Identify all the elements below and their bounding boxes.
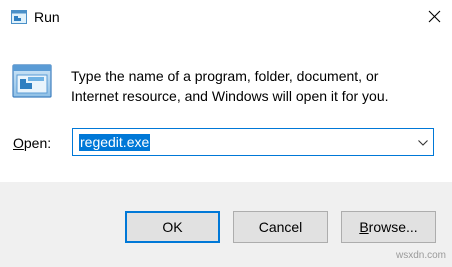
open-label-accelerator: O [13, 135, 24, 151]
ok-button[interactable]: OK [125, 211, 220, 243]
close-button[interactable] [416, 0, 452, 32]
browse-label-rest: rowse... [368, 219, 418, 235]
run-icon [12, 64, 52, 98]
title-bar: Run [0, 0, 452, 36]
browse-accelerator: B [359, 219, 369, 235]
watermark: wsxdn.com [395, 250, 446, 261]
open-label-text: pen: [23, 135, 52, 151]
open-label: Open: [13, 135, 51, 152]
dialog-description: Type the name of a program, folder, docu… [71, 66, 431, 106]
window-title: Run [34, 9, 60, 25]
description-line-2: Internet resource, and Windows will open… [71, 88, 389, 104]
description-line-1: Type the name of a program, folder, docu… [71, 68, 379, 84]
chevron-down-icon[interactable] [417, 136, 429, 148]
browse-button[interactable]: Browse... [341, 211, 436, 243]
close-icon [428, 10, 440, 22]
cancel-button[interactable]: Cancel [233, 211, 328, 243]
run-dialog: Run Type the name of a program, folder, … [0, 0, 452, 267]
open-input-value[interactable]: regedit.exe [79, 134, 151, 151]
run-icon [11, 10, 27, 24]
button-bar: OK Cancel Browse... wsxdn.com [0, 182, 452, 267]
open-combobox[interactable]: regedit.exe [72, 128, 434, 156]
